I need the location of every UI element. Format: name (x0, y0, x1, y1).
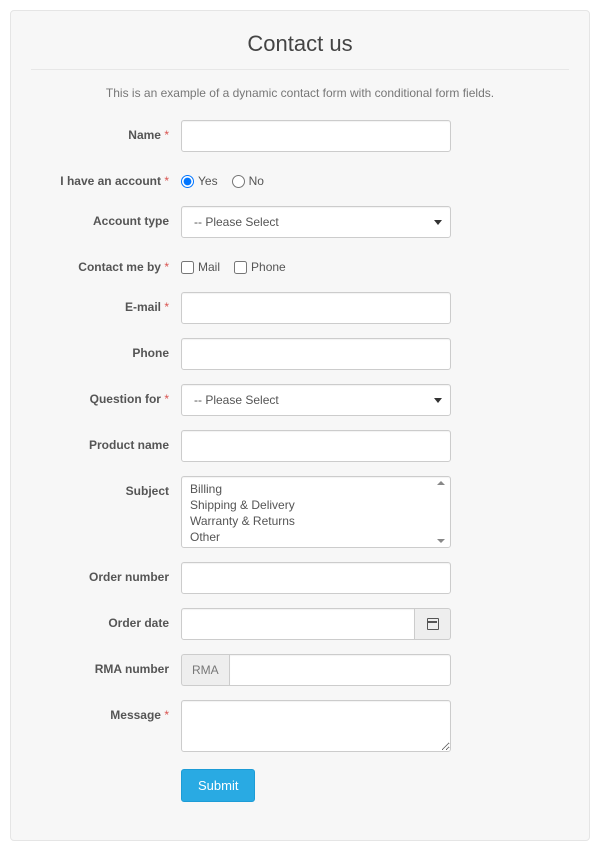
checkbox-mail-label: Mail (198, 260, 220, 274)
radio-yes[interactable] (181, 175, 194, 188)
rma-number-input[interactable] (229, 654, 451, 686)
label-have-account: I have an account * (31, 166, 181, 196)
rma-prefix: RMA (181, 654, 229, 686)
have-account-option-yes[interactable]: Yes (181, 174, 218, 188)
subject-listbox[interactable]: Billing Shipping & Delivery Warranty & R… (181, 476, 451, 548)
name-input[interactable] (181, 120, 451, 152)
contact-form-panel: Contact us This is an example of a dynam… (10, 10, 590, 841)
label-order-number: Order number (31, 562, 181, 592)
label-contact-by: Contact me by * (31, 252, 181, 282)
listbox-scroll-indicator (434, 479, 448, 545)
label-subject: Subject (31, 476, 181, 500)
page-title: Contact us (31, 31, 569, 70)
required-mark: * (164, 392, 169, 406)
required-mark: * (164, 174, 169, 188)
intro-text: This is an example of a dynamic contact … (31, 86, 569, 100)
account-type-selected: -- Please Select (194, 215, 279, 229)
checkbox-phone[interactable] (234, 261, 247, 274)
subject-option[interactable]: Billing (190, 481, 444, 497)
radio-no[interactable] (232, 175, 245, 188)
label-rma-number: RMA number (31, 654, 181, 684)
required-mark: * (164, 260, 169, 274)
contact-by-option-phone[interactable]: Phone (234, 260, 286, 274)
order-date-input[interactable] (181, 608, 415, 640)
radio-yes-label: Yes (198, 174, 218, 188)
required-mark: * (164, 300, 169, 314)
label-product-name: Product name (31, 430, 181, 460)
message-textarea[interactable] (181, 700, 451, 752)
required-mark: * (164, 708, 169, 722)
subject-option[interactable]: Other (190, 529, 444, 545)
phone-input[interactable] (181, 338, 451, 370)
required-mark: * (164, 128, 169, 142)
label-email: E-mail * (31, 292, 181, 322)
email-input[interactable] (181, 292, 451, 324)
label-message: Message * (31, 700, 181, 724)
contact-by-option-mail[interactable]: Mail (181, 260, 220, 274)
label-name: Name * (31, 120, 181, 150)
checkbox-phone-label: Phone (251, 260, 286, 274)
submit-button[interactable]: Submit (181, 769, 255, 802)
label-phone: Phone (31, 338, 181, 368)
label-question-for: Question for * (31, 384, 181, 414)
radio-no-label: No (249, 174, 264, 188)
question-for-selected: -- Please Select (194, 393, 279, 407)
label-order-date: Order date (31, 608, 181, 638)
label-account-type: Account type (31, 206, 181, 236)
account-type-select[interactable]: -- Please Select (181, 206, 451, 238)
subject-option[interactable]: Shipping & Delivery (190, 497, 444, 513)
calendar-icon (427, 618, 439, 630)
order-date-picker-button[interactable] (415, 608, 451, 640)
have-account-option-no[interactable]: No (232, 174, 264, 188)
order-number-input[interactable] (181, 562, 451, 594)
question-for-select[interactable]: -- Please Select (181, 384, 451, 416)
product-name-input[interactable] (181, 430, 451, 462)
checkbox-mail[interactable] (181, 261, 194, 274)
subject-option[interactable]: Warranty & Returns (190, 513, 444, 529)
